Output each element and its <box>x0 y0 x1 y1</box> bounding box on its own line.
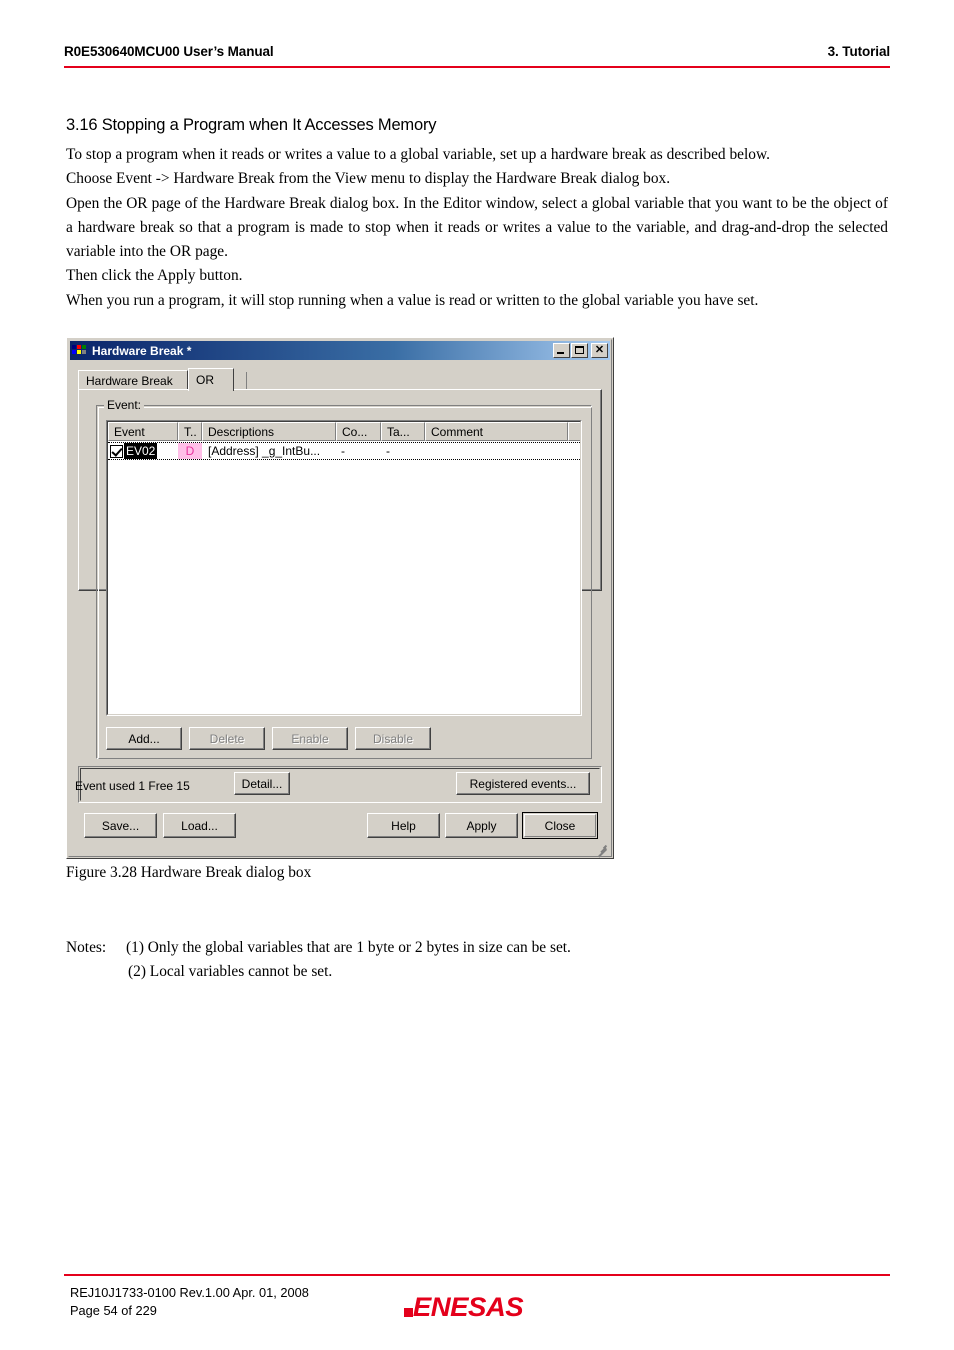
footer-doc-info: REJ10J1733-0100 Rev.1.00 Apr. 01, 2008 P… <box>70 1284 309 1320</box>
notes-list: (1) Only the global variables that are 1… <box>126 936 571 984</box>
notes-block: Notes: (1) Only the global variables tha… <box>66 936 571 984</box>
column-header-event[interactable]: Event <box>108 422 178 441</box>
save-button[interactable]: Save... <box>84 813 157 838</box>
tab-or[interactable]: OR <box>188 368 234 391</box>
paragraph-3: Open the OR page of the Hardware Break d… <box>66 194 888 261</box>
column-header-co[interactable]: Co... <box>336 422 381 441</box>
page-footer: REJ10J1733-0100 Rev.1.00 Apr. 01, 2008 P… <box>64 1278 890 1338</box>
column-header-ta[interactable]: Ta... <box>381 422 425 441</box>
maximize-icon <box>575 346 584 354</box>
app-grid-icon <box>72 343 88 358</box>
table-row[interactable]: EV02 D [Address] _g_IntBu... - - <box>108 442 580 460</box>
section-heading: 3.16 Stopping a Program when It Accesses… <box>66 116 437 134</box>
hardware-break-dialog: Hardware Break * ✕ Hardware Break OR Eve… <box>66 337 614 859</box>
close-icon: ✕ <box>594 344 605 356</box>
close-button[interactable]: Close <box>522 812 598 839</box>
disable-button[interactable]: Disable <box>355 727 431 750</box>
event-groupbox-label: Event: <box>104 398 145 412</box>
close-window-button[interactable]: ✕ <box>591 343 608 358</box>
paragraph-1: To stop a program when it reads or write… <box>66 146 770 163</box>
tab-hardware-break-label: Hardware Break <box>86 373 173 388</box>
enable-button[interactable]: Enable <box>272 727 348 750</box>
event-usage-text: Event used 1 Free 15 <box>75 779 190 793</box>
dialog-title: Hardware Break * <box>92 343 192 358</box>
footer-page-number: Page 54 of 229 <box>70 1303 157 1318</box>
resize-grip[interactable] <box>596 842 609 858</box>
cell-comment <box>425 443 568 459</box>
renesas-logo: ENESAS <box>404 1292 524 1323</box>
paragraph-5: When you run a program, it will stop run… <box>66 291 759 309</box>
cell-type: D <box>178 443 202 459</box>
dialog-titlebar[interactable]: Hardware Break * ✕ <box>70 341 610 360</box>
figure-caption: Figure 3.28 Hardware Break dialog box <box>66 864 312 881</box>
column-header-descriptions[interactable]: Descriptions <box>202 422 336 441</box>
note-item-2: (2) Local variables cannot be set. <box>128 963 333 980</box>
detail-button[interactable]: Detail... <box>234 772 290 795</box>
header-chapter-title: 3. Tutorial <box>827 44 891 59</box>
cell-descriptions: [Address] _g_IntBu... <box>208 444 321 458</box>
listview-header: Event T.. Descriptions Co... Ta... Comme… <box>108 422 580 441</box>
notes-label: Notes: <box>66 939 107 956</box>
apply-button[interactable]: Apply <box>445 813 518 838</box>
cell-co: - <box>341 444 345 458</box>
event-listview[interactable]: Event T.. Descriptions Co... Ta... Comme… <box>106 420 582 716</box>
footer-doc-id: REJ10J1733-0100 Rev.1.00 Apr. 01, 2008 <box>70 1285 309 1300</box>
cell-event[interactable]: EV02 <box>108 443 178 459</box>
paragraph-2: Choose Event -> Hardware Break from the … <box>66 170 671 188</box>
tabstrip-divider <box>246 372 247 389</box>
page-header: R0E530640MCU00 User’s Manual 3. Tutorial <box>64 44 890 59</box>
minimize-button[interactable] <box>553 343 570 358</box>
dialog-tabstrip: Hardware Break OR <box>78 368 602 391</box>
help-button[interactable]: Help <box>367 813 440 838</box>
maximize-button[interactable] <box>571 343 588 358</box>
add-button[interactable]: Add... <box>106 727 182 750</box>
column-header-comment[interactable]: Comment <box>425 422 568 441</box>
section-body: To stop a program when it reads or write… <box>66 143 888 313</box>
note-item-1: (1) Only the global variables that are 1… <box>126 939 571 956</box>
minimize-icon <box>557 352 564 354</box>
logo-wordmark: ENESAS <box>412 1292 524 1322</box>
event-enabled-checkbox[interactable] <box>110 445 123 458</box>
tab-hardware-break[interactable]: Hardware Break <box>78 370 188 390</box>
header-manual-title: R0E530640MCU00 User’s Manual <box>64 44 274 59</box>
column-header-type[interactable]: T.. <box>178 422 202 441</box>
registered-events-button[interactable]: Registered events... <box>456 772 590 795</box>
window-controls: ✕ <box>553 343 608 358</box>
cell-event-label: EV02 <box>124 443 158 459</box>
delete-button[interactable]: Delete <box>189 727 265 750</box>
header-divider-rule <box>64 66 890 68</box>
paragraph-4: Then click the Apply button. <box>66 267 243 285</box>
cell-ta: - <box>386 444 390 458</box>
logo-square-icon <box>404 1307 413 1317</box>
column-header-spacer[interactable] <box>568 422 580 441</box>
footer-divider-rule <box>64 1274 890 1276</box>
tab-or-label: OR <box>196 373 214 387</box>
load-button[interactable]: Load... <box>163 813 236 838</box>
